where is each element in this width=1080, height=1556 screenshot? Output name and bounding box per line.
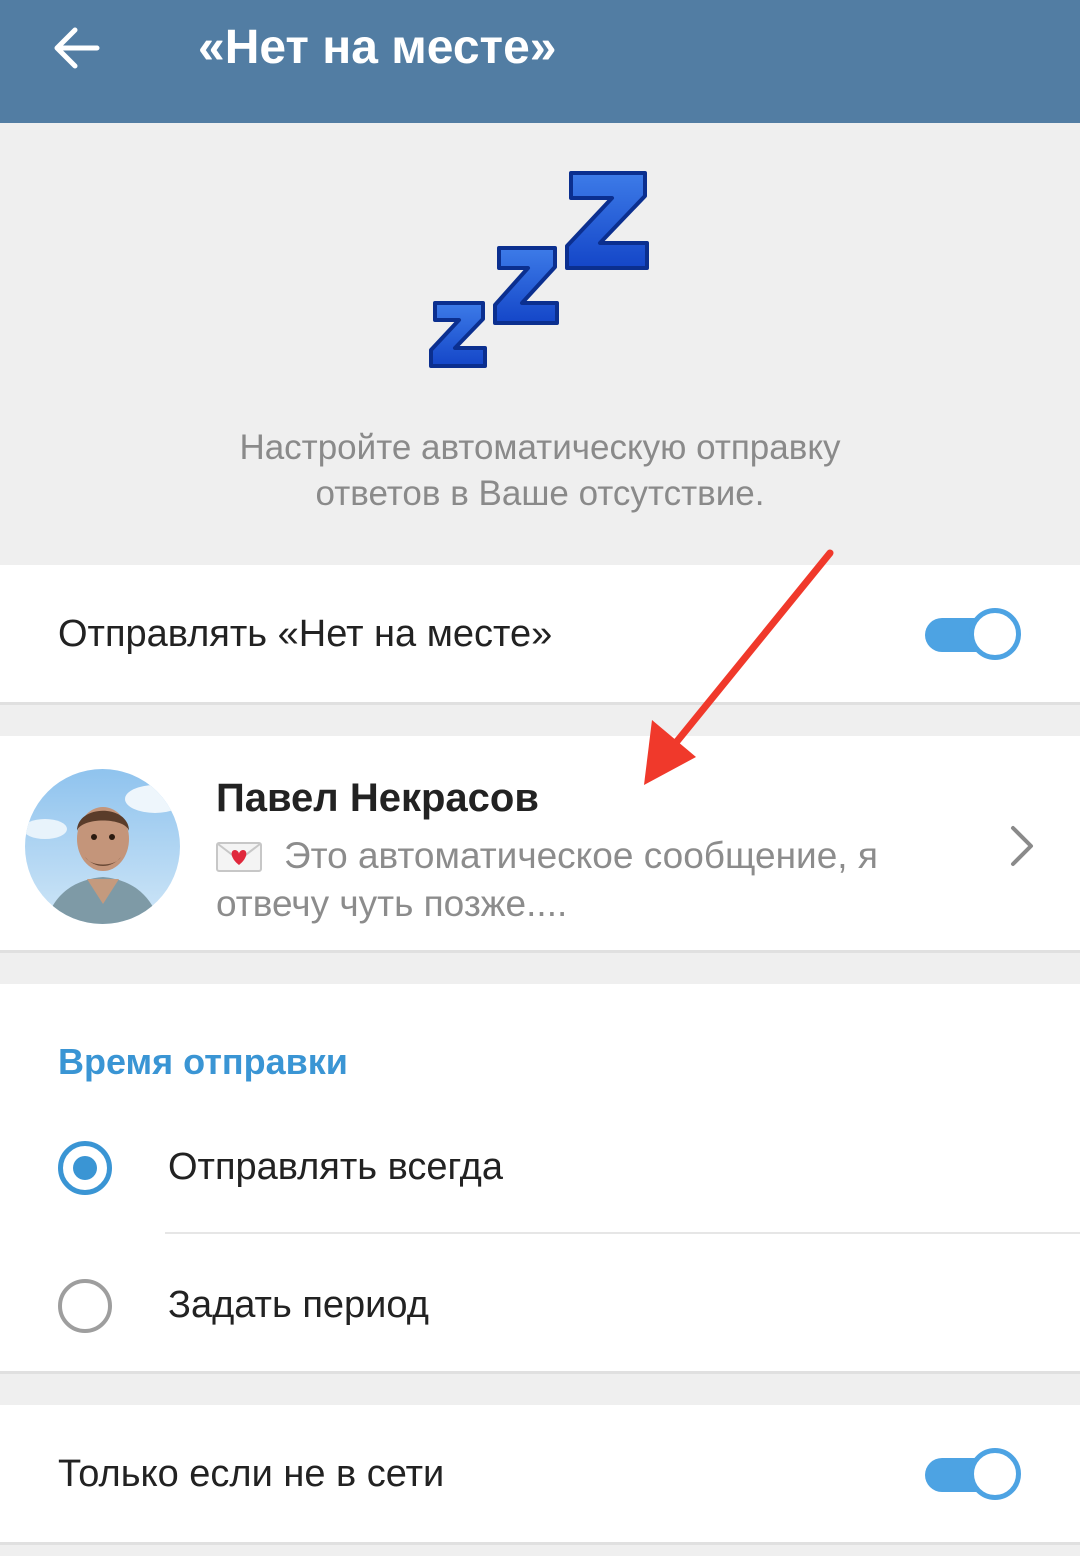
schedule-option-period[interactable]: Задать период xyxy=(0,1254,1080,1364)
send-away-row[interactable]: Отправлять «Нет на месте» xyxy=(0,565,1080,705)
option-label: Отправлять всегда xyxy=(168,1146,503,1188)
app-bar: «Нет на месте» xyxy=(0,0,1080,123)
hero-section: Настройте автоматическую отправку ответо… xyxy=(0,123,1080,565)
avatar xyxy=(25,769,180,924)
only-offline-label: Только если не в сети xyxy=(58,1453,445,1495)
schedule-option-always[interactable]: Отправлять всегда xyxy=(0,1114,1080,1224)
schedule-section: Время отправки Отправлять всегда Задать … xyxy=(0,984,1080,1374)
send-away-label: Отправлять «Нет на месте» xyxy=(58,613,553,655)
away-message-preview[interactable]: Павел Некрасов Это автоматическое сообще… xyxy=(0,736,1080,953)
option-label: Задать период xyxy=(168,1284,429,1326)
radio-button-unchecked[interactable] xyxy=(58,1279,112,1333)
toggle-knob xyxy=(969,1448,1021,1500)
chevron-right-icon xyxy=(1011,826,1033,866)
page-title: «Нет на месте» xyxy=(198,21,557,74)
contact-name: Павел Некрасов xyxy=(216,776,539,820)
only-offline-toggle[interactable] xyxy=(925,1448,1021,1500)
divider xyxy=(165,1232,1080,1234)
annotation-arrow-icon xyxy=(644,549,834,785)
section-title-schedule: Время отправки xyxy=(58,1041,348,1082)
away-message-text: Это автоматическое сообщение, я отвечу ч… xyxy=(216,835,878,924)
only-offline-row[interactable]: Только если не в сети xyxy=(0,1405,1080,1545)
love-letter-icon xyxy=(216,842,262,872)
toggle-knob xyxy=(969,608,1021,660)
radio-button-checked[interactable] xyxy=(58,1141,112,1195)
arrow-left-icon xyxy=(54,27,100,69)
hero-description: Настройте автоматическую отправку ответо… xyxy=(239,428,841,513)
back-button[interactable] xyxy=(42,18,112,78)
zzz-sleeping-icon xyxy=(429,171,649,368)
send-away-toggle[interactable] xyxy=(925,608,1021,660)
